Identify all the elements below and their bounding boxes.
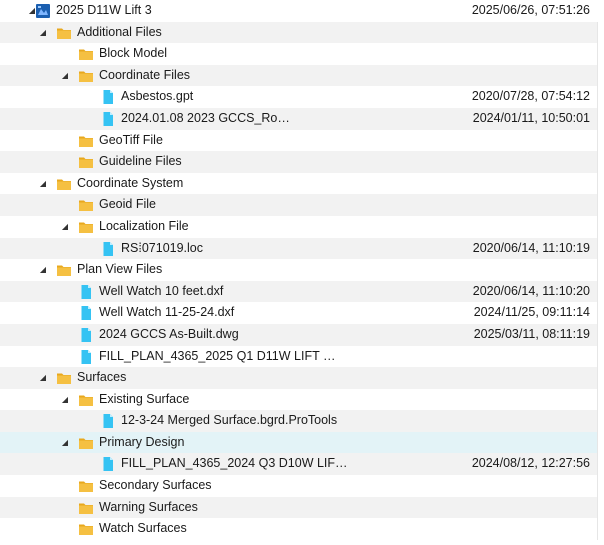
item-label: GeoTiff File <box>99 132 163 147</box>
file-icon <box>78 284 94 300</box>
folder-row-guideline-files[interactable]: Guideline Files <box>0 151 604 173</box>
item-label: Secondary Surfaces <box>99 478 212 493</box>
folder-icon <box>78 500 94 516</box>
file-tree: ◢ 2025 D11W Lift 3 2025/06/26, 07:51:26 ◢ Ad… <box>0 0 604 540</box>
folder-icon <box>78 68 94 84</box>
item-label: RS⁞071019.loc <box>121 240 204 255</box>
file-icon <box>78 305 94 321</box>
file-icon <box>100 413 116 429</box>
folder-icon <box>56 262 72 278</box>
item-label: Well Watch 11-25-24.dxf <box>99 305 235 320</box>
folder-row-2025-d11w-lift-3[interactable]: ◢ 2025 D11W Lift 3 2025/06/26, 07:51:26 <box>0 0 604 22</box>
file-icon <box>100 241 116 257</box>
item-label: Plan View Files <box>77 262 163 277</box>
modified-date: 2024/11/25, 09:11:14 <box>473 305 590 320</box>
item-label: 2025 D11W Lift 3 <box>56 3 152 17</box>
expand-toggle-icon[interactable]: ◢ <box>37 173 49 195</box>
file-row-well-watch-11-25-24-dxf[interactable]: Well Watch 11-25-24.dxf 2024/11/25, 09:11… <box>0 302 604 324</box>
item-label: 2024 GCCS As-Built.dwg <box>99 326 239 341</box>
folder-row-watch-surfaces[interactable]: Watch Surfaces <box>0 518 604 540</box>
file-row-rs-071019-loc[interactable]: RS⁞071019.loc 2020/06/14, 11:10:19 <box>0 237 604 260</box>
item-label: Existing Surface <box>99 391 190 406</box>
item-label: Primary Design <box>99 434 185 449</box>
item-label: Block Model <box>99 46 168 61</box>
item-label: Coordinate Files <box>99 67 191 82</box>
folder-row-localization-file[interactable]: ◢ Localization File <box>0 216 604 238</box>
folder-icon <box>78 154 94 170</box>
file-icon <box>78 327 94 343</box>
file-row-2024-01-08-2023-gccs-ro[interactable]: 2024.01.08 2023 GCCS_Ro… 2024/01/11, 10:5… <box>0 107 604 130</box>
modified-date: 2025/03/11, 08:11:19 <box>473 326 590 341</box>
file-row-well-watch-10-feet-dxf[interactable]: Well Watch 10 feet.dxf 2020/06/14, 11:10:… <box>0 280 604 303</box>
expand-toggle-icon[interactable]: ◢ <box>59 389 71 411</box>
file-icon <box>100 111 116 127</box>
folder-icon <box>78 392 94 408</box>
file-icon <box>100 456 116 472</box>
modified-date: 2025/06/26, 07:51:26 <box>471 3 590 17</box>
modified-date: 2024/01/11, 10:50:01 <box>472 110 590 125</box>
folder-icon <box>78 46 94 62</box>
item-label: Coordinate System <box>77 175 184 190</box>
folder-icon <box>56 25 72 41</box>
item-label: FILL_PLAN_4365_2025 Q1 D11W LIFT … <box>99 348 336 363</box>
folder-row-primary-design[interactable]: ◢ Primary Design <box>0 431 604 454</box>
folder-icon <box>78 219 94 235</box>
folder-row-block-model[interactable]: Block Model <box>0 43 604 65</box>
expand-toggle-icon[interactable]: ◢ <box>59 432 71 454</box>
folder-icon <box>78 478 94 494</box>
file-row-asbestos-gpt[interactable]: Asbestos.gpt 2020/07/28, 07:54:12 <box>0 86 604 108</box>
expand-toggle-icon[interactable]: ◢ <box>37 259 49 281</box>
item-label: 12-3-24 Merged Surface.bgrd.ProTools <box>121 413 338 428</box>
folder-row-additional-files[interactable]: ◢ Additional Files <box>0 21 604 44</box>
expand-toggle-icon[interactable]: ◢ <box>37 22 49 44</box>
folder-row-geotiff-file[interactable]: GeoTiff File <box>0 130 604 152</box>
item-label: Guideline Files <box>99 154 182 169</box>
folder-row-secondary-surfaces[interactable]: Secondary Surfaces <box>0 475 604 497</box>
folder-icon <box>78 133 94 149</box>
folder-row-warning-surfaces[interactable]: Warning Surfaces <box>0 496 604 519</box>
modified-date: 2020/06/14, 11:10:19 <box>472 240 590 255</box>
expand-toggle-icon[interactable]: ◢ <box>59 65 71 87</box>
item-label: Surfaces <box>77 370 127 385</box>
modified-date: 2024/08/12, 12:27:56 <box>471 456 590 471</box>
folder-row-coordinate-system[interactable]: ◢ Coordinate System <box>0 173 604 195</box>
item-label: Localization File <box>99 218 189 233</box>
item-label: Additional Files <box>77 24 162 39</box>
folder-icon <box>78 435 94 451</box>
file-row-fill-plan-4365-2024-q3-d10w-lif[interactable]: FILL_PLAN_4365_2024 Q3 D10W LIF… 2024/08/… <box>0 453 604 476</box>
item-label: Watch Surfaces <box>99 521 187 536</box>
folder-icon <box>78 521 94 537</box>
item-label: Warning Surfaces <box>99 499 198 514</box>
file-row-12-3-24-merged-surface-bgrd-protools[interactable]: 12-3-24 Merged Surface.bgrd.ProTools <box>0 410 604 432</box>
file-icon <box>100 89 116 105</box>
item-label: Geoid File <box>99 197 156 212</box>
expand-toggle-icon[interactable]: ◢ <box>37 367 49 389</box>
item-label: 2024.01.08 2023 GCCS_Ro… <box>121 110 290 125</box>
expand-toggle-icon[interactable]: ◢ <box>59 216 71 238</box>
project-icon <box>35 3 51 19</box>
folder-row-geoid-file[interactable]: Geoid File <box>0 194 604 216</box>
folder-icon <box>56 370 72 386</box>
file-row-2024-gccs-as-built-dwg[interactable]: 2024 GCCS As-Built.dwg 2025/03/11, 08:11:… <box>0 323 604 346</box>
folder-icon <box>78 197 94 213</box>
folder-icon <box>56 176 72 192</box>
folder-row-existing-surface[interactable]: ◢ Existing Surface <box>0 389 604 411</box>
modified-date: 2020/07/28, 07:54:12 <box>471 89 590 104</box>
modified-date: 2020/06/14, 11:10:20 <box>472 283 590 298</box>
item-label: FILL_PLAN_4365_2024 Q3 D10W LIF… <box>121 456 348 471</box>
folder-row-plan-view-files[interactable]: ◢ Plan View Files <box>0 259 604 281</box>
vertical-scrollbar[interactable] <box>597 21 604 540</box>
folder-row-surfaces[interactable]: ◢ Surfaces <box>0 367 604 389</box>
file-row-fill-plan-4365-2025-q1-d11w-lift[interactable]: FILL_PLAN_4365_2025 Q1 D11W LIFT … <box>0 346 604 368</box>
item-label: Asbestos.gpt <box>121 89 194 104</box>
file-icon <box>78 349 94 365</box>
folder-row-coordinate-files[interactable]: ◢ Coordinate Files <box>0 64 604 87</box>
item-label: Well Watch 10 feet.dxf <box>99 283 224 298</box>
